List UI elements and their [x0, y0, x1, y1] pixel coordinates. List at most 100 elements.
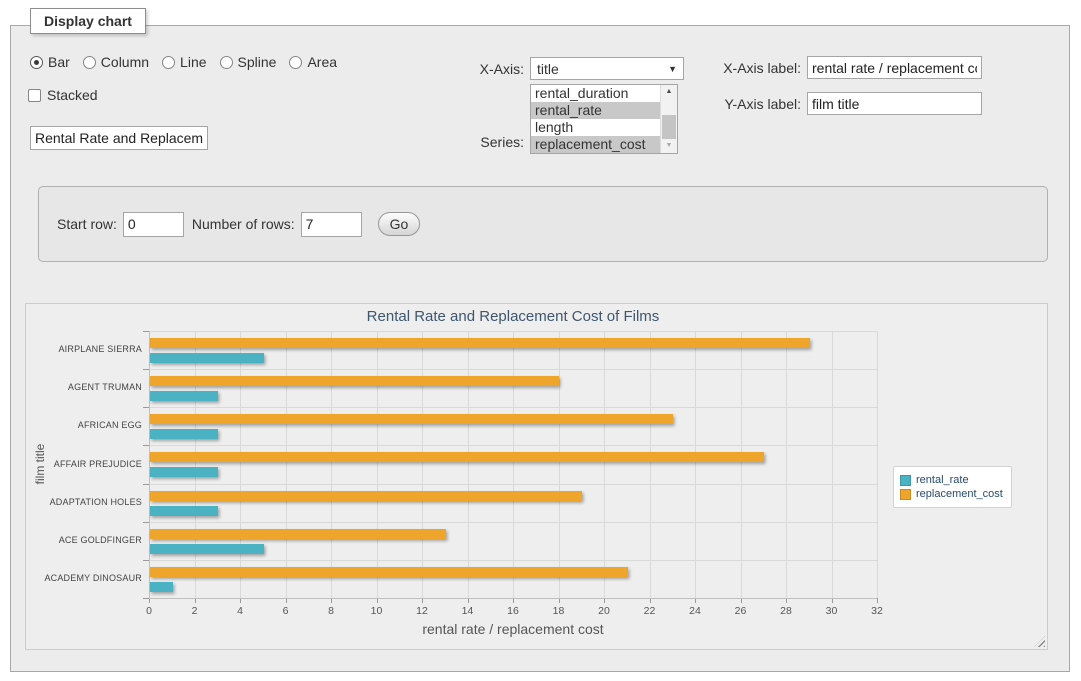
y-gridline [149, 445, 877, 446]
x-gridline [331, 331, 332, 598]
radio-label: Line [180, 54, 206, 70]
x-tick-label: 14 [448, 605, 488, 617]
x-gridline [422, 331, 423, 598]
radio-label: Area [307, 54, 337, 70]
radio-label: Column [101, 54, 149, 70]
legend-item-rental_rate[interactable]: rental_rate [900, 474, 1003, 486]
series-option-length[interactable]: length [531, 119, 660, 136]
x-tick-label: 26 [721, 605, 761, 617]
radio-icon[interactable] [83, 56, 96, 69]
scroll-up-icon[interactable]: ▲ [661, 85, 677, 99]
x-tick-label: 32 [857, 605, 897, 617]
chart-type-radio-spline[interactable]: Spline [220, 54, 277, 70]
y-axis-label-label: Y-Axis label: [681, 96, 801, 112]
radio-label: Spline [238, 54, 277, 70]
legend-item-replacement_cost[interactable]: replacement_cost [900, 488, 1003, 500]
scroll-down-icon[interactable]: ▼ [661, 139, 677, 153]
chart-container: Rental Rate and Replacement Cost of Film… [25, 303, 1048, 650]
row-range-panel: Start row: Number of rows: Go [38, 186, 1048, 262]
category-label: ADAPTATION HOLES [34, 497, 142, 507]
radio-icon[interactable] [162, 56, 175, 69]
x-tick-label: 4 [220, 605, 260, 617]
radio-icon[interactable] [30, 56, 43, 69]
y-axis-line [149, 331, 150, 598]
start-row-label: Start row: [57, 216, 117, 232]
category-label: AFRICAN EGG [34, 420, 142, 430]
fieldset-legend: Display chart [30, 8, 146, 34]
radio-label: Bar [48, 54, 70, 70]
scroll-thumb[interactable] [662, 115, 676, 139]
series-option-rental_rate[interactable]: rental_rate [531, 102, 660, 119]
x-tick-label: 30 [812, 605, 852, 617]
x-gridline [377, 331, 378, 598]
resize-handle-icon[interactable] [1034, 636, 1045, 647]
chart-title-input[interactable] [30, 126, 208, 150]
bar-replacement_cost[interactable] [150, 491, 582, 501]
chart-type-radio-line[interactable]: Line [162, 54, 206, 70]
series-options: rental_durationrental_ratelengthreplacem… [531, 85, 660, 153]
x-tick-label: 0 [129, 605, 169, 617]
chart-type-radio-bar[interactable]: Bar [30, 54, 70, 70]
x-tick-label: 28 [766, 605, 806, 617]
go-button[interactable]: Go [378, 212, 421, 236]
stacked-checkbox[interactable] [28, 89, 41, 102]
stacked-row: Stacked [28, 87, 98, 103]
x-gridline [741, 331, 742, 598]
chevron-down-icon: ▼ [668, 64, 677, 74]
y-axis-label-input[interactable] [807, 92, 982, 115]
legend-swatch [900, 475, 911, 486]
legend-label: rental_rate [916, 474, 969, 486]
series-listbox[interactable]: rental_durationrental_ratelengthreplacem… [530, 84, 678, 154]
y-gridline [149, 407, 877, 408]
bar-rental_rate[interactable] [150, 544, 264, 554]
x-gridline [604, 331, 605, 598]
bar-rental_rate[interactable] [150, 353, 264, 363]
x-gridline [786, 331, 787, 598]
bar-rental_rate[interactable] [150, 467, 218, 477]
bar-replacement_cost[interactable] [150, 376, 559, 386]
radio-icon[interactable] [289, 56, 302, 69]
x-gridline [877, 331, 878, 598]
chart-type-radio-area[interactable]: Area [289, 54, 337, 70]
bar-rental_rate[interactable] [150, 582, 173, 592]
category-label: AGENT TRUMAN [34, 382, 142, 392]
series-option-replacement_cost[interactable]: replacement_cost [531, 136, 660, 153]
x-tick-label: 8 [311, 605, 351, 617]
x-tick-label: 18 [539, 605, 579, 617]
x-axis-select[interactable]: title ▼ [530, 57, 684, 80]
chart-legend: rental_rate replacement_cost [893, 466, 1012, 508]
series-select-label: Series: [404, 134, 524, 150]
x-gridline [195, 331, 196, 598]
x-gridline [513, 331, 514, 598]
number-of-rows-input[interactable] [301, 212, 362, 237]
y-gridline [149, 331, 877, 332]
x-axis-selected-value: title [537, 61, 559, 77]
radio-icon[interactable] [220, 56, 233, 69]
y-gridline [149, 560, 877, 561]
x-gridline [240, 331, 241, 598]
x-tick-label: 24 [675, 605, 715, 617]
bar-replacement_cost[interactable] [150, 529, 446, 539]
series-scrollbar[interactable]: ▲ ▼ [660, 85, 677, 153]
x-tick-label: 22 [630, 605, 670, 617]
x-axis-label-input[interactable] [807, 56, 982, 79]
y-gridline [149, 369, 877, 370]
x-axis-label-label: X-Axis label: [681, 60, 801, 76]
chart-type-radio-column[interactable]: Column [83, 54, 149, 70]
bar-replacement_cost[interactable] [150, 338, 810, 348]
x-tick [877, 598, 878, 603]
x-axis-line [149, 598, 877, 599]
bar-replacement_cost[interactable] [150, 414, 673, 424]
bar-rental_rate[interactable] [150, 429, 218, 439]
bar-replacement_cost[interactable] [150, 567, 628, 577]
bar-rental_rate[interactable] [150, 506, 218, 516]
y-gridline [149, 522, 877, 523]
x-gridline [832, 331, 833, 598]
start-row-input[interactable] [123, 212, 184, 237]
series-option-rental_duration[interactable]: rental_duration [531, 85, 660, 102]
legend-label: replacement_cost [916, 488, 1003, 500]
x-tick-label: 16 [493, 605, 533, 617]
x-gridline [559, 331, 560, 598]
bar-replacement_cost[interactable] [150, 452, 764, 462]
bar-rental_rate[interactable] [150, 391, 218, 401]
